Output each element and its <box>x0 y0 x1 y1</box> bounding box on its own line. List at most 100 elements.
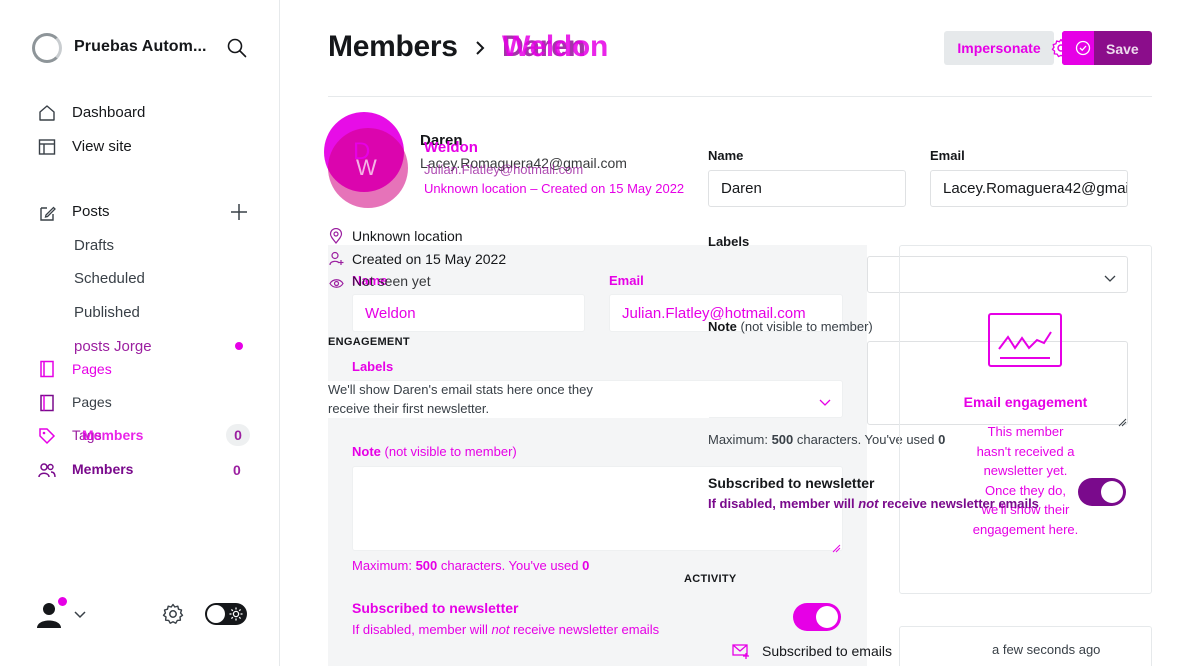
daren-name-label: Name <box>708 148 744 163</box>
profile-created: Created on 15 May 2022 <box>352 251 507 267</box>
engagement-line6: engagement here. <box>972 521 1079 537</box>
nav-drafts[interactable]: Drafts <box>74 237 114 254</box>
weldon-maximum-hint: Maximum: 500 characters. You've used 0 <box>352 558 589 573</box>
weldon-labels-chevron-icon <box>819 394 831 412</box>
engagement-heading: ENGAGEMENT <box>328 336 410 348</box>
profile-location: Unknown location <box>352 228 463 244</box>
profile-meta-weldon: Unknown location – Created on 15 May 202… <box>424 181 685 196</box>
weldon-labels-label: Labels <box>352 359 394 374</box>
check-circle-icon <box>1075 40 1091 61</box>
impersonate-button[interactable]: Impersonate <box>944 31 1054 65</box>
nav-posts[interactable]: Posts <box>72 203 110 220</box>
add-post-icon[interactable] <box>229 202 249 227</box>
avatar-initial-w: W <box>356 155 377 180</box>
weldon-newsletter-desc-1: If disabled, member will <box>352 622 492 637</box>
daren-email-label: Email <box>930 148 965 163</box>
daren-newsletter-desc-1: If disabled, member will <box>708 496 859 511</box>
nav-posts-jorge[interactable]: posts Jorge <box>74 338 152 355</box>
daren-labels-label: Labels <box>708 234 750 249</box>
nav-view-site[interactable]: View site <box>72 138 132 155</box>
daren-note-label: Note (not visible to member) <box>708 319 873 334</box>
profile-seen: Not seen yet <box>352 273 431 289</box>
nav-dashboard[interactable]: Dashboard <box>72 104 145 121</box>
activity-item: Subscribed to emails <box>762 643 892 659</box>
activity-time: a few seconds ago <box>992 642 1101 657</box>
chevron-down-icon[interactable] <box>73 607 87 625</box>
weldon-name-input[interactable]: Weldon <box>352 294 585 332</box>
eye-icon <box>329 276 344 294</box>
user-add-icon <box>329 251 344 271</box>
profile-email-weldon: Julian.Flatley@hotmail.com <box>424 162 584 177</box>
home-icon <box>38 104 56 127</box>
sidebar: Pruebas Autom... Dashboard View site Pos… <box>0 0 280 666</box>
layout-icon <box>38 138 56 161</box>
toggle-knob <box>207 605 225 623</box>
mail-add-icon <box>732 643 750 664</box>
daren-toggle-knob <box>1101 481 1123 503</box>
weldon-used-count: 0 <box>582 558 590 573</box>
weldon-newsletter-desc: If disabled, member will not receive new… <box>352 622 659 637</box>
location-pin-icon <box>329 227 343 249</box>
daren-note-title: Note <box>708 319 737 334</box>
engagement-text-line1: We'll show Daren's email stats here once… <box>328 382 593 397</box>
profile-name-weldon: Weldon <box>424 139 478 156</box>
weldon-note-title: Note <box>352 444 381 459</box>
weldon-toggle-knob <box>816 606 838 628</box>
page-title-weldon: Weldon <box>502 30 608 63</box>
engagement-line1: This member <box>987 424 1064 439</box>
weldon-newsletter-desc-not: not <box>491 622 510 637</box>
weldon-max-rest: characters. You've used <box>437 558 583 573</box>
chart-icon <box>988 313 1062 372</box>
members-count-badge-ghost: 0 <box>226 424 250 446</box>
members-count: 0 <box>233 462 241 478</box>
page-icon-ghost <box>38 360 56 383</box>
daren-newsletter-title: Subscribed to newsletter <box>708 475 875 491</box>
nav-pages[interactable]: Pages <box>72 394 112 410</box>
engagement-text-line2: receive their first newsletter. <box>328 401 490 416</box>
weldon-max-count: 500 <box>415 558 438 573</box>
save-button[interactable]: Save <box>1106 41 1139 57</box>
daren-newsletter-desc: If disabled, member will not receive new… <box>708 496 1039 511</box>
edit-icon <box>38 204 56 227</box>
nav-scheduled[interactable]: Scheduled <box>74 270 145 287</box>
tag-icon <box>38 427 56 450</box>
dark-mode-toggle[interactable] <box>205 603 247 625</box>
search-icon[interactable] <box>227 38 247 63</box>
daren-max-text: Maximum: <box>708 432 772 447</box>
daren-note-hint: (not visible to member) <box>740 319 873 334</box>
nav-published[interactable]: Published <box>74 304 140 321</box>
daren-max-count: 500 <box>771 432 794 447</box>
weldon-max-text: Maximum: <box>352 558 416 573</box>
page-icon <box>38 394 56 417</box>
unread-dot-icon <box>235 342 243 350</box>
email-engagement-title: Email engagement <box>963 394 1088 410</box>
weldon-resize-handle-icon[interactable] <box>832 540 841 558</box>
daren-newsletter-toggle[interactable] <box>1078 478 1126 506</box>
email-engagement-card <box>899 245 1152 594</box>
members-icon <box>38 461 56 484</box>
daren-newsletter-desc-not: not <box>858 496 879 511</box>
nav-pages-ghost[interactable]: Pages <box>72 361 112 377</box>
weldon-email-label: Email <box>609 273 644 288</box>
nav-members[interactable]: Members <box>72 461 133 477</box>
engagement-line2: hasn't received a <box>976 443 1075 459</box>
gear-icon[interactable] <box>162 603 184 630</box>
weldon-note-hint: (not visible to member) <box>384 444 517 459</box>
weldon-newsletter-title: Subscribed to newsletter <box>352 600 519 616</box>
daren-email-input[interactable]: Lacey.Romaguera42@gmail.com <box>930 170 1128 207</box>
weldon-newsletter-toggle[interactable] <box>793 603 841 631</box>
breadcrumb-members[interactable]: Members <box>328 30 458 64</box>
notification-dot-icon <box>58 597 67 606</box>
header-divider <box>328 96 1152 97</box>
sun-icon <box>229 607 243 626</box>
daren-name-input[interactable]: Daren <box>708 170 906 207</box>
site-logo-icon[interactable] <box>32 33 62 63</box>
daren-newsletter-desc-2: receive newsletter emails <box>878 496 1039 511</box>
members-count-ghost: 0 <box>234 427 242 443</box>
weldon-note-label: Note (not visible to member) <box>352 444 517 459</box>
weldon-newsletter-desc-2: receive newsletter emails <box>509 622 660 637</box>
chevron-right-icon <box>474 40 486 61</box>
activity-heading: ACTIVITY <box>684 573 737 585</box>
nav-members-ghost[interactable]: Members <box>82 427 143 443</box>
site-title[interactable]: Pruebas Autom... <box>74 38 207 56</box>
